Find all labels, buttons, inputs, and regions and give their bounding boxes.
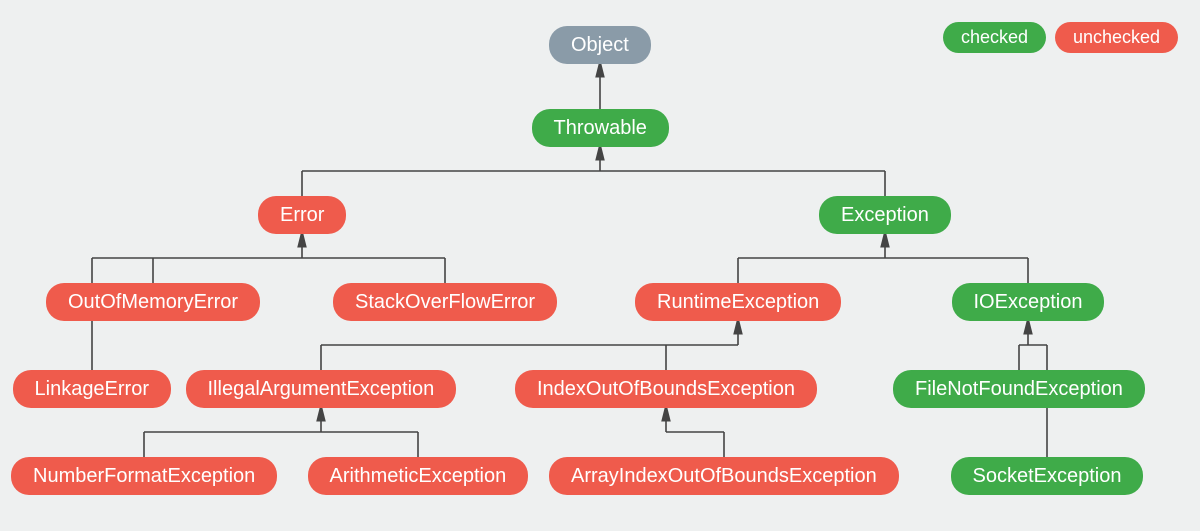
node-error: Error bbox=[258, 196, 346, 234]
node-file-not-found-exception: FileNotFoundException bbox=[893, 370, 1145, 408]
node-arithmetic-exception: ArithmeticException bbox=[308, 457, 529, 495]
node-array-index-out-of-bounds-exception: ArrayIndexOutOfBoundsException bbox=[549, 457, 899, 495]
diagram-canvas: checked unchecked Object Throwable Error Ex… bbox=[0, 0, 1200, 531]
node-io-exception: IOException bbox=[952, 283, 1105, 321]
node-index-out-of-bounds-exception: IndexOutOfBoundsException bbox=[515, 370, 817, 408]
node-throwable: Throwable bbox=[532, 109, 669, 147]
node-out-of-memory-error: OutOfMemoryError bbox=[46, 283, 260, 321]
node-runtime-exception: RuntimeException bbox=[635, 283, 841, 321]
legend-unchecked: unchecked bbox=[1055, 22, 1178, 53]
node-illegal-argument-exception: IllegalArgumentException bbox=[186, 370, 457, 408]
node-object: Object bbox=[549, 26, 651, 64]
node-socket-exception: SocketException bbox=[951, 457, 1144, 495]
node-exception: Exception bbox=[819, 196, 951, 234]
legend-checked: checked bbox=[943, 22, 1046, 53]
node-stack-overflow-error: StackOverFlowError bbox=[333, 283, 557, 321]
node-linkage-error: LinkageError bbox=[13, 370, 172, 408]
connector-lines bbox=[0, 0, 1200, 531]
node-number-format-exception: NumberFormatException bbox=[11, 457, 277, 495]
